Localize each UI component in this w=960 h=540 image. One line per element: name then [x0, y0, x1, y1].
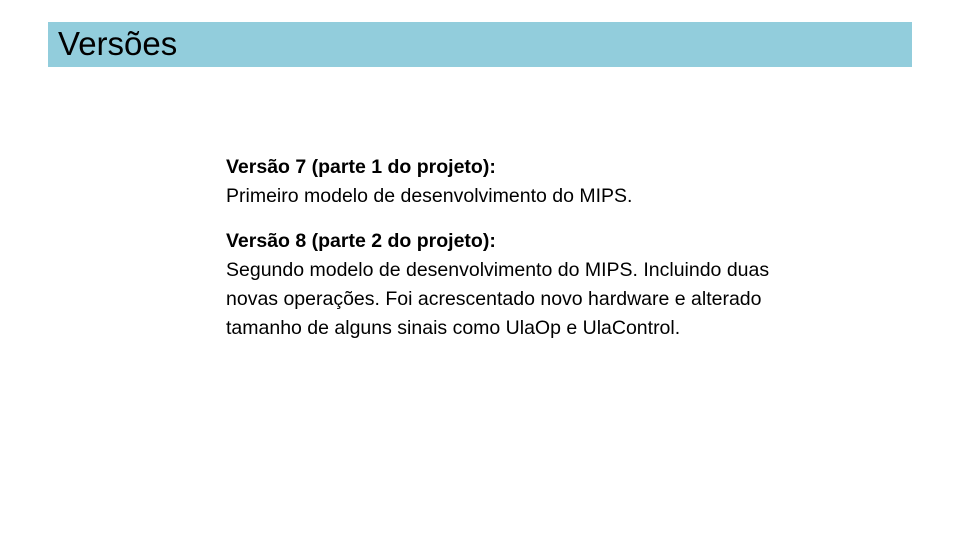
version-7-section: Versão 7 (parte 1 do projeto): Primeiro …: [226, 153, 806, 211]
version-7-description: Primeiro modelo de desenvolvimento do MI…: [226, 185, 633, 207]
version-8-section: Versão 8 (parte 2 do projeto): Segundo m…: [226, 227, 806, 343]
slide-content: Versão 7 (parte 1 do projeto): Primeiro …: [226, 153, 806, 343]
version-7-heading: Versão 7 (parte 1 do projeto):: [226, 156, 496, 178]
version-8-description: Segundo modelo de desenvolvimento do MIP…: [226, 259, 770, 339]
slide: Versões Versão 7 (parte 1 do projeto): P…: [0, 0, 960, 540]
title-bar: Versões: [48, 22, 912, 67]
version-8-heading: Versão 8 (parte 2 do projeto):: [226, 230, 496, 252]
slide-title: Versões: [58, 25, 178, 62]
